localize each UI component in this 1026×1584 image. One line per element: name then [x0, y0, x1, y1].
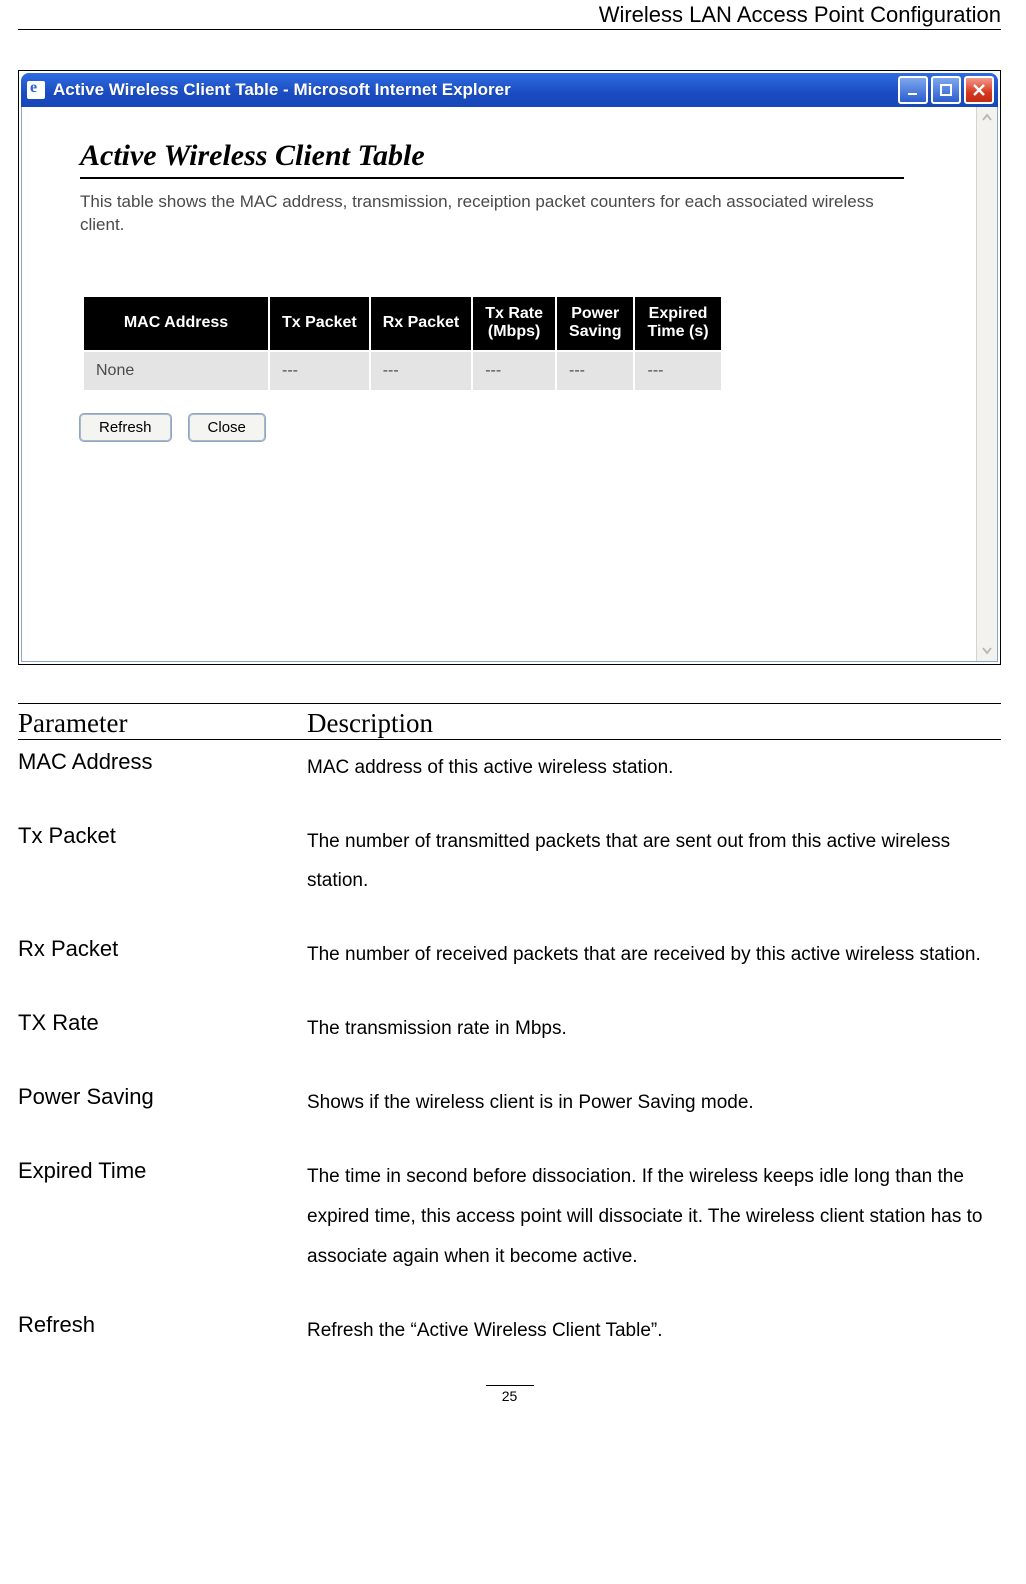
- client-table: MAC Address Tx Packet Rx Packet Tx Rate(…: [82, 295, 723, 392]
- vertical-scrollbar[interactable]: [976, 107, 997, 661]
- screenshot-frame: Active Wireless Client Table - Microsoft…: [18, 70, 1001, 665]
- close-button[interactable]: [964, 76, 994, 104]
- param-desc: The number of received packets that are …: [307, 935, 1001, 975]
- col-tx-rate: Tx Rate(Mbps): [472, 296, 556, 351]
- page-number: 25: [486, 1385, 534, 1404]
- cell-mac: None: [83, 351, 269, 391]
- param-name: Rx Packet: [18, 935, 307, 964]
- param-table-header: Parameter Description: [18, 704, 1001, 740]
- param-name: Refresh: [18, 1311, 307, 1340]
- param-header-parameter: Parameter: [18, 708, 307, 739]
- ie-icon: [27, 81, 45, 99]
- refresh-button[interactable]: Refresh: [80, 414, 171, 441]
- cell-rx: ---: [370, 351, 473, 391]
- col-power-saving: PowerSaving: [556, 296, 634, 351]
- param-desc: Refresh the “Active Wireless Client Tabl…: [307, 1311, 1001, 1351]
- window-buttons: [898, 76, 994, 104]
- cell-exp: ---: [634, 351, 721, 391]
- param-name: TX Rate: [18, 1009, 307, 1038]
- maximize-button[interactable]: [931, 76, 961, 104]
- param-desc: Shows if the wireless client is in Power…: [307, 1083, 1001, 1123]
- scroll-up-icon[interactable]: [979, 110, 995, 126]
- client-area: Active Wireless Client Table This table …: [21, 107, 998, 662]
- param-name: Tx Packet: [18, 822, 307, 851]
- param-desc: The number of transmitted packets that a…: [307, 822, 1001, 902]
- param-table-body: MAC AddressMAC address of this active wi…: [18, 748, 1001, 1351]
- minimize-button[interactable]: [898, 76, 928, 104]
- param-desc: The transmission rate in Mbps.: [307, 1009, 1001, 1049]
- cell-tx: ---: [269, 351, 370, 391]
- param-header-description: Description: [307, 708, 1001, 739]
- cell-power: ---: [556, 351, 634, 391]
- content-description: This table shows the MAC address, transm…: [80, 191, 916, 237]
- close-page-button[interactable]: Close: [189, 414, 265, 441]
- param-desc: The time in second before dissociation. …: [307, 1157, 1001, 1277]
- content-heading: Active Wireless Client Table: [80, 139, 904, 179]
- window-title: Active Wireless Client Table - Microsoft…: [53, 80, 890, 100]
- window-titlebar: Active Wireless Client Table - Microsoft…: [21, 73, 998, 107]
- scroll-down-icon[interactable]: [979, 642, 995, 658]
- table-row: None --- --- --- --- ---: [83, 351, 722, 391]
- param-desc: MAC address of this active wireless stat…: [307, 748, 1001, 788]
- running-header: Wireless LAN Access Point Configuration: [18, 2, 1001, 30]
- param-name: MAC Address: [18, 748, 307, 777]
- col-tx-packet: Tx Packet: [269, 296, 370, 351]
- param-name: Power Saving: [18, 1083, 307, 1112]
- browser-window: Active Wireless Client Table - Microsoft…: [21, 73, 998, 662]
- col-rx-packet: Rx Packet: [370, 296, 473, 351]
- col-expired-time: ExpiredTime (s): [634, 296, 721, 351]
- cell-rate: ---: [472, 351, 556, 391]
- param-name: Expired Time: [18, 1157, 307, 1186]
- col-mac: MAC Address: [83, 296, 269, 351]
